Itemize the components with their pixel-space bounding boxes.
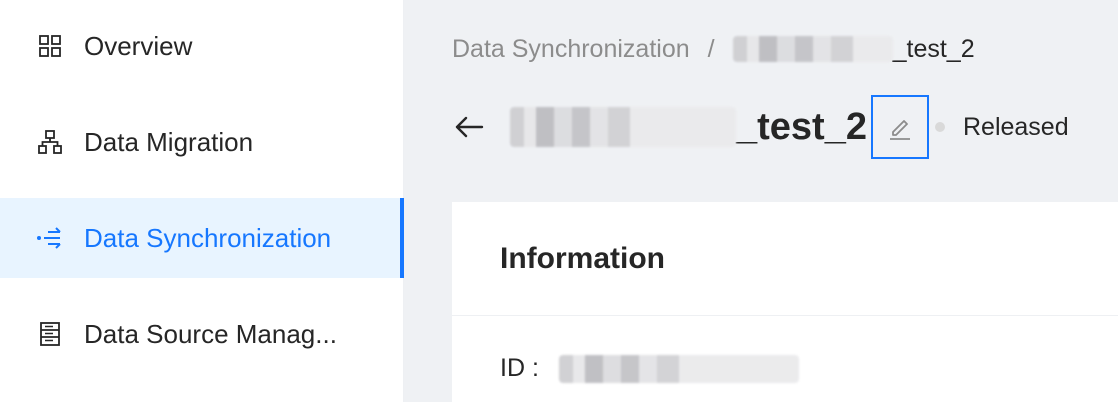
- breadcrumb-current: _test_2: [732, 34, 975, 64]
- app-root: Overview Data Migration Data Synchroniza…: [0, 0, 1118, 402]
- pencil-icon: [889, 120, 910, 140]
- breadcrumb-current-suffix: _test_2: [892, 34, 975, 63]
- page-title-row: _test_2 Released: [452, 92, 1069, 162]
- page-title-suffix: _test_2: [736, 105, 867, 148]
- redacted-title: [510, 107, 736, 147]
- main-content: Data Synchronization / _test_2 _test_2 R…: [404, 0, 1118, 402]
- breadcrumb-parent-link[interactable]: Data Synchronization: [452, 35, 690, 64]
- id-row: ID :: [500, 354, 799, 383]
- id-label: ID :: [500, 354, 539, 382]
- information-card: Information ID :: [452, 202, 1118, 402]
- card-header: Information: [452, 202, 1118, 316]
- status-dot: [934, 122, 945, 132]
- redacted-id-value: [558, 354, 799, 383]
- sidebar: Overview Data Migration Data Synchroniza…: [0, 0, 404, 402]
- sidebar-item-label: Data Migration: [84, 126, 254, 157]
- sidebar-item-label: Data Source Manag...: [84, 318, 337, 349]
- sidebar-item-label: Data Synchronization: [84, 222, 332, 253]
- sidebar-item-label: Overview: [84, 30, 193, 61]
- back-arrow-icon[interactable]: [452, 110, 486, 144]
- breadcrumb: Data Synchronization / _test_2: [452, 32, 975, 66]
- sync-icon: [36, 224, 64, 252]
- redacted-name: [732, 36, 893, 62]
- page-title: _test_2: [510, 106, 867, 149]
- sidebar-item-data-source-management[interactable]: Data Source Manag...: [0, 294, 404, 374]
- grid-icon: [36, 32, 64, 60]
- sidebar-item-data-synchronization[interactable]: Data Synchronization: [0, 198, 404, 278]
- edit-title-button[interactable]: [870, 95, 929, 159]
- database-icon: [36, 320, 64, 348]
- sidebar-item-data-migration[interactable]: Data Migration: [0, 102, 404, 182]
- sitemap-icon: [36, 128, 64, 156]
- sidebar-item-overview[interactable]: Overview: [0, 6, 404, 86]
- card-title: Information: [500, 241, 665, 275]
- breadcrumb-separator: /: [707, 34, 715, 63]
- status-badge: Released: [962, 112, 1069, 141]
